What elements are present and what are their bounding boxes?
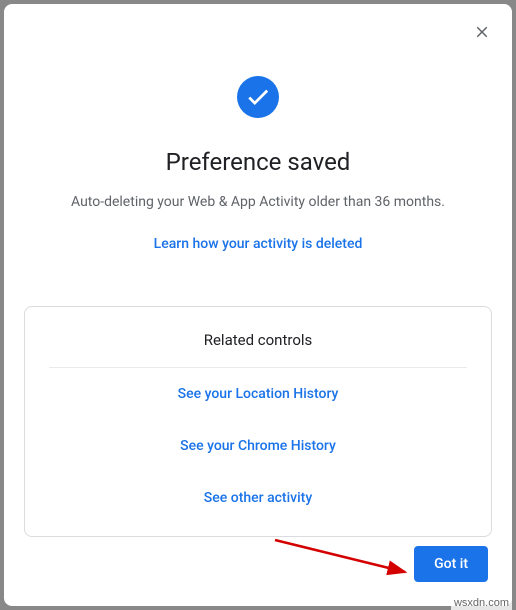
got-it-button[interactable]: Got it [414,546,488,582]
success-check-icon [237,76,279,118]
learn-more-link[interactable]: Learn how your activity is deleted [154,236,363,252]
dialog-subtitle: Auto-deleting your Web & App Activity ol… [71,194,445,210]
location-history-link[interactable]: See your Location History [49,368,467,420]
other-activity-link[interactable]: See other activity [49,472,467,524]
dialog-content: Preference saved Auto-deleting your Web … [4,4,512,546]
related-heading: Related controls [49,331,467,368]
related-controls-card: Related controls See your Location Histo… [24,306,492,537]
dialog-footer: Got it [4,546,512,606]
chrome-history-link[interactable]: See your Chrome History [49,420,467,472]
close-icon [473,23,491,45]
dialog-title: Preference saved [166,148,351,176]
watermark: wsxdn.com [451,596,512,610]
close-button[interactable] [470,22,494,46]
preference-saved-dialog: Preference saved Auto-deleting your Web … [4,4,512,606]
